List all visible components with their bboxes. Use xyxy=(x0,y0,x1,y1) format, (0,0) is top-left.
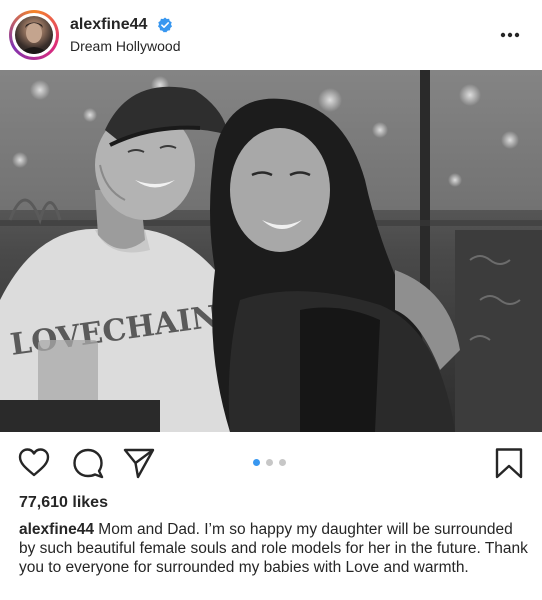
more-options-icon[interactable] xyxy=(496,24,524,46)
comment-bubble-icon[interactable] xyxy=(71,446,105,480)
post-header: alexfine44 Dream Hollywood xyxy=(0,0,542,70)
heart-icon[interactable] xyxy=(17,446,51,480)
post-caption: alexfine44 Mom and Dad. I’m so happy my … xyxy=(19,520,529,577)
verified-badge-icon xyxy=(158,17,172,33)
like-count[interactable]: 77,610 likes xyxy=(19,494,108,512)
post-photo[interactable]: LOVECHAIN xyxy=(0,70,542,432)
paper-plane-icon[interactable] xyxy=(122,446,156,480)
post-photo-image: LOVECHAIN xyxy=(0,70,542,432)
post-actions xyxy=(0,432,542,492)
carousel-dot xyxy=(279,459,286,466)
caption-username[interactable]: alexfine44 xyxy=(19,521,94,538)
caption-text: Mom and Dad. I’m so happy my daughter wi… xyxy=(19,521,528,576)
username-link[interactable]: alexfine44 xyxy=(70,16,147,34)
carousel-dot-active xyxy=(253,459,260,466)
location-link[interactable]: Dream Hollywood xyxy=(70,38,180,54)
bookmark-icon[interactable] xyxy=(492,446,526,480)
avatar[interactable] xyxy=(15,16,53,54)
story-ring[interactable] xyxy=(9,10,59,60)
carousel-dot xyxy=(266,459,273,466)
avatar-image xyxy=(19,22,49,54)
avatar-frame xyxy=(12,13,56,57)
